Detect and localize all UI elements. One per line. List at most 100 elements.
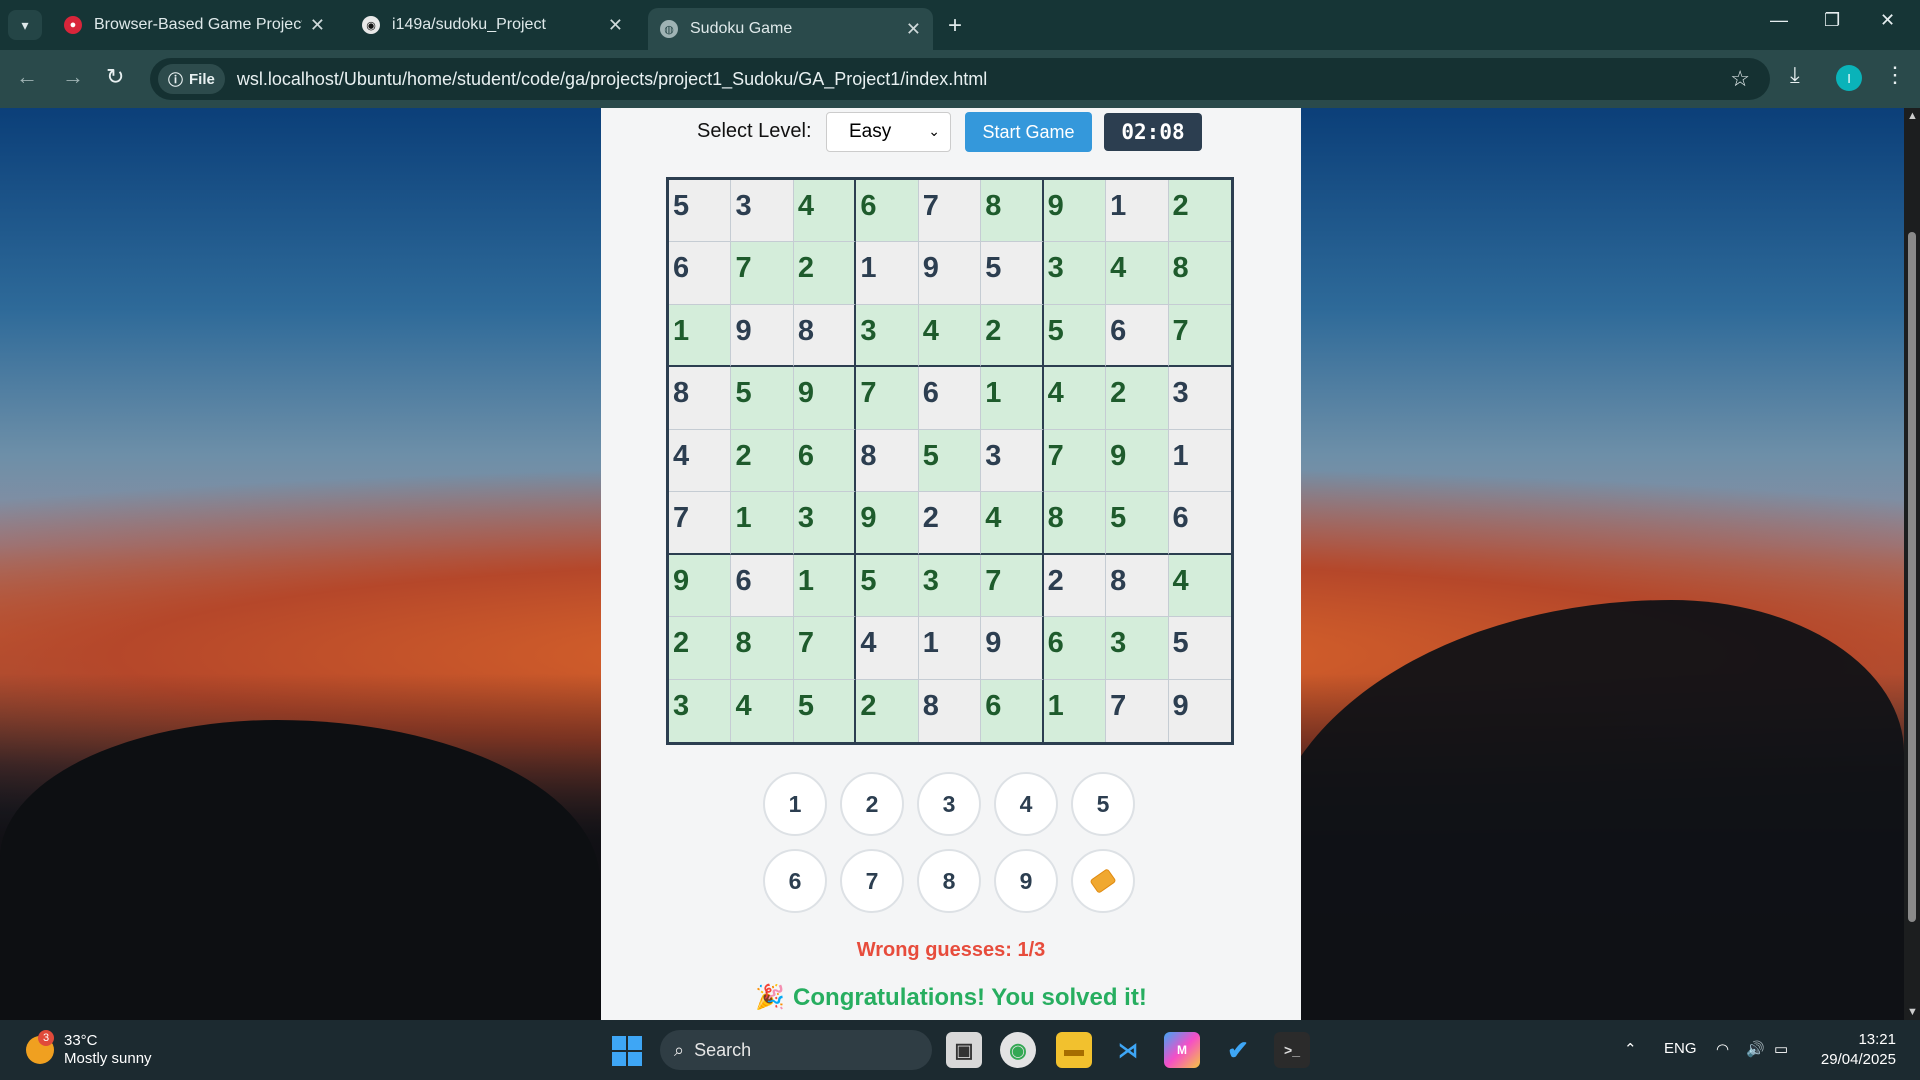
reload-icon[interactable]: ↻ [106,64,124,90]
sudoku-cell[interactable]: 4 [1043,367,1107,430]
sudoku-cell[interactable]: 6 [669,242,732,305]
new-tab-icon[interactable]: + [948,12,962,40]
number-button-1[interactable]: 1 [763,772,827,836]
m365-icon[interactable]: M [1164,1032,1200,1068]
erase-button[interactable] [1071,849,1135,913]
sudoku-cell[interactable]: 3 [918,554,982,618]
sudoku-cell[interactable]: 4 [793,180,857,243]
sudoku-cell[interactable]: 5 [1043,304,1107,368]
number-button-3[interactable]: 3 [917,772,981,836]
sudoku-cell[interactable]: 7 [1106,679,1169,742]
sudoku-cell[interactable]: 7 [731,242,794,305]
sudoku-cell[interactable]: 3 [1043,242,1107,305]
sudoku-cell[interactable]: 9 [1043,180,1107,243]
sudoku-cell[interactable]: 4 [669,429,732,493]
sudoku-cell[interactable]: 2 [856,679,919,742]
sudoku-cell[interactable]: 5 [1106,492,1169,555]
browser-menu-icon[interactable]: ⋮ [1884,62,1906,88]
number-button-7[interactable]: 7 [840,849,904,913]
sudoku-cell[interactable]: 8 [669,367,732,430]
sudoku-cell[interactable]: 1 [981,367,1044,430]
sudoku-cell[interactable]: 6 [1168,492,1231,555]
sudoku-cell[interactable]: 7 [1043,429,1107,493]
sudoku-cell[interactable]: 9 [918,242,982,305]
sudoku-cell[interactable]: 2 [981,304,1044,368]
terminal-icon[interactable]: >_ [1274,1032,1310,1068]
sudoku-cell[interactable]: 2 [1043,554,1107,618]
sudoku-cell[interactable]: 9 [731,304,794,368]
close-tab-icon[interactable]: ✕ [310,15,325,36]
close-tab-icon[interactable]: ✕ [906,19,921,40]
start-game-button[interactable]: Start Game [965,112,1092,152]
battery-icon[interactable]: ▭ [1774,1040,1788,1058]
sudoku-cell[interactable]: 6 [1106,304,1169,368]
show-hidden-icons-icon[interactable]: ⌃ [1624,1040,1637,1058]
sudoku-cell[interactable]: 3 [981,429,1044,493]
sudoku-cell[interactable]: 5 [918,429,982,493]
close-window-icon[interactable]: ✕ [1880,10,1895,31]
sudoku-cell[interactable]: 3 [731,180,794,243]
scroll-down-icon[interactable]: ▼ [1907,1006,1918,1018]
sudoku-cell[interactable]: 7 [856,367,919,430]
sudoku-cell[interactable]: 2 [1168,180,1231,243]
sudoku-cell[interactable]: 3 [856,304,919,368]
sudoku-cell[interactable]: 9 [793,367,857,430]
sudoku-cell[interactable]: 7 [981,554,1044,618]
level-select[interactable]: Easy ⌄ [826,112,951,152]
address-bar[interactable]: ⓘ File wsl.localhost/Ubuntu/home/student… [150,58,1770,100]
sudoku-cell[interactable]: 2 [918,492,982,555]
sudoku-cell[interactable]: 8 [1106,554,1169,618]
number-button-4[interactable]: 4 [994,772,1058,836]
sudoku-cell[interactable]: 4 [1106,242,1169,305]
sudoku-cell[interactable]: 4 [981,492,1044,555]
sudoku-cell[interactable]: 2 [793,242,857,305]
restore-icon[interactable]: ❐ [1824,10,1840,31]
taskbar-search[interactable]: ⌕ Search [660,1030,932,1070]
sudoku-cell[interactable]: 5 [793,679,857,742]
language-indicator[interactable]: ENG [1664,1040,1697,1057]
sudoku-cell[interactable]: 6 [918,367,982,430]
chrome-icon[interactable]: ◉ [1000,1032,1036,1068]
sudoku-cell[interactable]: 1 [793,554,857,618]
number-button-5[interactable]: 5 [1071,772,1135,836]
sudoku-cell[interactable]: 3 [1106,617,1169,680]
back-icon[interactable]: ← [16,64,38,90]
sudoku-cell[interactable]: 1 [856,242,919,305]
sudoku-cell[interactable]: 6 [1043,617,1107,680]
number-button-2[interactable]: 2 [840,772,904,836]
tab-sudoku-game[interactable]: ◍ Sudoku Game ✕ [648,8,933,50]
number-button-8[interactable]: 8 [917,849,981,913]
sudoku-cell[interactable]: 8 [856,429,919,493]
task-view-icon[interactable]: ▣ [946,1032,982,1068]
tab-game-project[interactable]: ● Browser-Based Game Project D ✕ [52,8,337,42]
sudoku-cell[interactable]: 5 [1168,617,1231,680]
sudoku-cell[interactable]: 4 [856,617,919,680]
profile-avatar[interactable]: I [1836,65,1862,91]
sudoku-cell[interactable]: 1 [669,304,732,368]
sudoku-cell[interactable]: 6 [856,180,919,243]
page-scrollbar[interactable]: ▲ ▼ [1904,108,1920,1020]
scrollbar-thumb[interactable] [1908,232,1916,922]
sudoku-cell[interactable]: 8 [1168,242,1231,305]
sudoku-cell[interactable]: 7 [1168,304,1231,368]
sudoku-cell[interactable]: 9 [856,492,919,555]
sudoku-cell[interactable]: 7 [793,617,857,680]
sudoku-cell[interactable]: 3 [793,492,857,555]
sudoku-cell[interactable]: 2 [1106,367,1169,430]
forward-icon[interactable]: → [62,64,84,90]
sudoku-cell[interactable]: 8 [1043,492,1107,555]
sudoku-cell[interactable]: 9 [1168,679,1231,742]
sudoku-cell[interactable]: 5 [669,180,732,243]
sudoku-cell[interactable]: 4 [1168,554,1231,618]
sudoku-cell[interactable]: 8 [918,679,982,742]
windows-start-icon[interactable] [612,1036,642,1066]
sudoku-cell[interactable]: 8 [981,180,1044,243]
sudoku-cell[interactable]: 8 [731,617,794,680]
vscode-icon[interactable]: ⋊ [1110,1032,1146,1068]
bookmark-star-icon[interactable]: ☆ [1730,66,1750,92]
weather-widget[interactable]: 3 33°C Mostly sunny [26,1030,152,1068]
number-button-9[interactable]: 9 [994,849,1058,913]
sudoku-cell[interactable]: 6 [981,679,1044,742]
sudoku-cell[interactable]: 2 [669,617,732,680]
volume-icon[interactable]: 🔊 [1746,1040,1765,1058]
